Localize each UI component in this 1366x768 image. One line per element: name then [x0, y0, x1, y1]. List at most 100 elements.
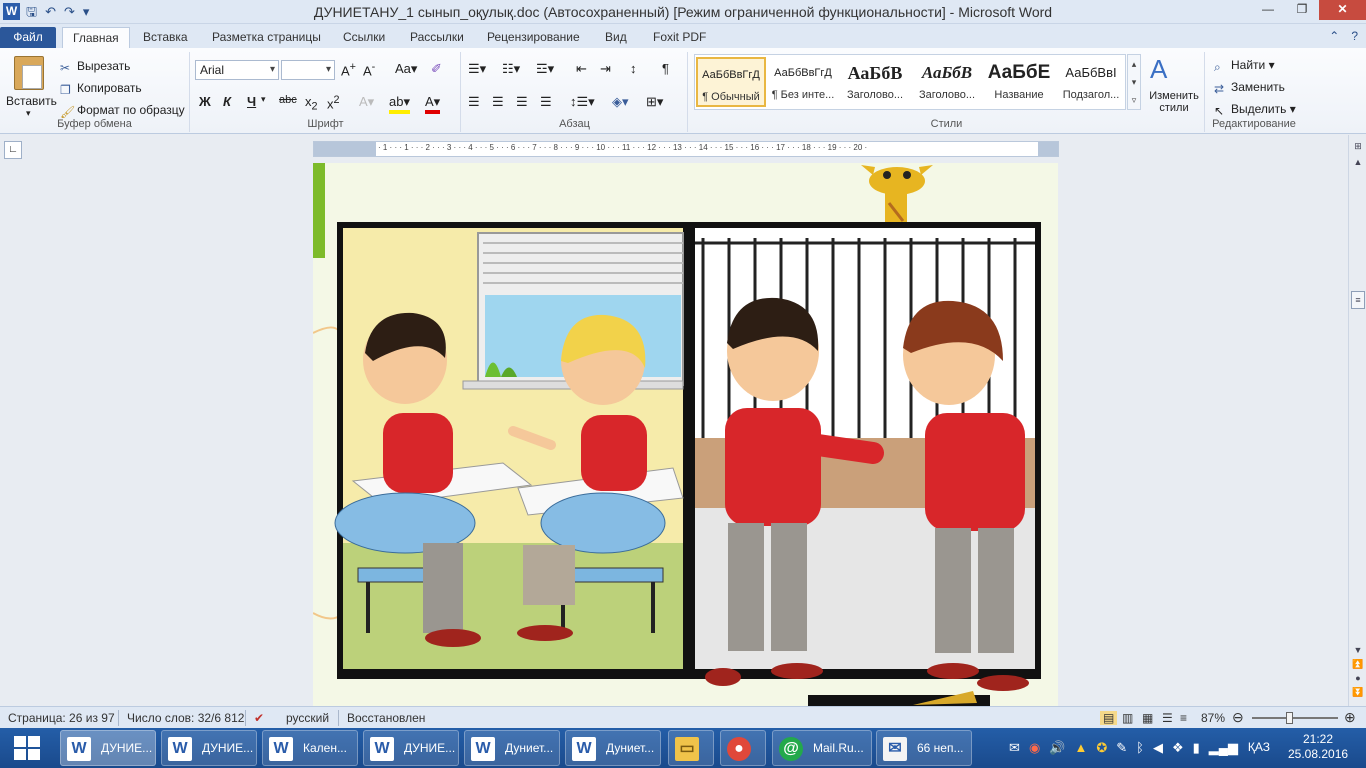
style-heading-2[interactable]: АаБбВ Заголово... — [912, 57, 982, 107]
signal-icon[interactable]: ▂▄▆ — [1209, 740, 1238, 756]
zoom-slider-thumb[interactable] — [1286, 712, 1293, 724]
multilevel-list-icon[interactable]: ☲▾ — [536, 61, 554, 77]
sort-icon[interactable]: ↕ — [630, 61, 637, 76]
underline-dropdown-icon[interactable]: ▾ — [261, 94, 266, 105]
input-language[interactable]: ҚАЗ — [1248, 740, 1270, 754]
ruler-toggle-icon[interactable]: ⊞ — [1351, 141, 1365, 152]
start-button[interactable] — [0, 728, 56, 768]
speaker-icon[interactable]: 🔊 — [1049, 740, 1065, 756]
word-count[interactable]: Число слов: 32/6 812 — [127, 711, 244, 725]
line-spacing-icon[interactable]: ↕☰▾ — [570, 94, 595, 110]
decrease-indent-icon[interactable]: ⇤ — [576, 61, 587, 77]
styles-gallery-scroll[interactable]: ▴ ▾ ▿ — [1127, 54, 1141, 110]
paste-button[interactable]: Вставить — [6, 94, 57, 108]
style-subtitle[interactable]: АаБбВвІ Подзагол... — [1056, 57, 1126, 107]
network-icon[interactable]: ❖ — [1172, 740, 1184, 756]
zoom-out-icon[interactable]: ⊖ — [1232, 709, 1244, 726]
taskbar-item-word-4[interactable]: W Дуниет... — [464, 730, 560, 766]
text-effects-icon[interactable]: A▾ — [359, 94, 374, 110]
shading-icon[interactable]: ◈▾ — [612, 94, 629, 110]
align-left-icon[interactable]: ☰ — [468, 94, 480, 110]
font-size-select[interactable] — [281, 60, 335, 80]
pen-icon[interactable]: ✎ — [1116, 740, 1127, 756]
browse-object-icon[interactable]: ● — [1351, 673, 1365, 683]
sync-icon[interactable]: ✪ — [1096, 740, 1107, 756]
change-styles-button[interactable]: Изменить стили — [1146, 90, 1202, 114]
vertical-scrollbar[interactable]: ⊞ ▲ ≡ ▼ ⏫ ● ⏬ — [1348, 135, 1366, 706]
align-right-icon[interactable]: ☰ — [516, 94, 528, 110]
style-title[interactable]: АаБбЕ Название — [984, 57, 1054, 107]
zoom-slider-track[interactable] — [1252, 717, 1338, 719]
tab-file[interactable]: Файл — [0, 27, 56, 48]
bullets-icon[interactable]: ☰▾ — [468, 61, 486, 77]
bold-icon[interactable]: Ж — [199, 94, 211, 109]
close-button[interactable]: ✕ — [1319, 0, 1366, 20]
increase-indent-icon[interactable]: ⇥ — [600, 61, 611, 77]
taskbar-item-chrome[interactable]: ● — [720, 730, 766, 766]
restore-button[interactable]: ❐ — [1285, 0, 1319, 20]
superscript-icon[interactable]: x2 — [327, 94, 340, 111]
show-marks-icon[interactable]: ¶ — [662, 61, 669, 76]
tab-view[interactable]: Вид — [595, 27, 637, 48]
taskbar-item-word-calendar[interactable]: W Кален... — [262, 730, 358, 766]
proofing-icon[interactable]: ✔ — [254, 711, 264, 725]
mail-tray-icon[interactable]: ✉ — [1009, 740, 1020, 756]
warning-icon[interactable]: ▲ — [1074, 740, 1087, 756]
scroll-thumb[interactable]: ≡ — [1351, 291, 1365, 309]
tab-foxit-pdf[interactable]: Foxit PDF — [643, 27, 716, 48]
taskbar-item-word-3[interactable]: W ДУНИЕ... — [363, 730, 459, 766]
paste-icon[interactable] — [14, 56, 44, 90]
clock[interactable]: 21:22 25.08.2016 — [1288, 732, 1348, 762]
web-layout-icon[interactable]: ▦ — [1142, 711, 1153, 725]
italic-icon[interactable]: К — [223, 94, 231, 109]
scroll-up-icon[interactable]: ▲ — [1351, 157, 1365, 167]
bluetooth-icon[interactable]: ᛒ — [1136, 740, 1144, 756]
battery-icon[interactable]: ▮ — [1193, 740, 1200, 756]
zoom-level[interactable]: 87% — [1201, 711, 1225, 725]
taskbar-item-mail[interactable]: ✉ 66 неп... — [876, 730, 972, 766]
justify-icon[interactable]: ☰ — [540, 94, 552, 110]
change-styles-icon[interactable]: A — [1150, 54, 1167, 85]
numbering-icon[interactable]: ☷▾ — [502, 61, 520, 77]
format-painter-button[interactable]: 🖌 Формат по образцу — [60, 103, 185, 119]
print-layout-icon[interactable]: ▤ — [1100, 711, 1118, 725]
taskbar-item-word-5[interactable]: W Дуниет... — [565, 730, 661, 766]
change-case-icon[interactable]: Aa▾ — [395, 61, 417, 77]
tab-references[interactable]: Ссылки — [333, 27, 395, 48]
tab-selector[interactable]: ∟ — [4, 141, 22, 159]
volume-icon[interactable]: ◀ — [1153, 740, 1163, 756]
collapse-ribbon-icon[interactable]: ⌃ — [1329, 29, 1339, 43]
zoom-in-icon[interactable]: ⊕ — [1344, 709, 1356, 726]
next-page-icon[interactable]: ⏬ — [1351, 687, 1365, 698]
font-color-icon[interactable]: A▾ — [425, 94, 441, 114]
taskbar-item-explorer[interactable]: ▭ — [668, 730, 714, 766]
scroll-down-icon[interactable]: ▼ — [1351, 645, 1365, 655]
underline-icon[interactable]: Ч — [247, 94, 256, 109]
antivirus-icon[interactable]: ◉ — [1029, 740, 1040, 756]
tab-insert[interactable]: Вставка — [133, 27, 198, 48]
grow-font-icon[interactable]: A+ — [341, 61, 356, 78]
outline-icon[interactable]: ☰ — [1162, 711, 1173, 725]
align-center-icon[interactable]: ☰ — [492, 94, 504, 110]
language-indicator[interactable]: русский — [286, 711, 329, 725]
help-icon[interactable]: ? — [1351, 29, 1358, 43]
tab-review[interactable]: Рецензирование — [477, 27, 590, 48]
font-name-select[interactable]: Arial — [195, 60, 279, 80]
style-heading-1[interactable]: АаБбВ Заголово... — [840, 57, 910, 107]
select-button[interactable]: ↖ Выделить ▾ — [1214, 102, 1296, 118]
tab-mailings[interactable]: Рассылки — [400, 27, 474, 48]
taskbar-item-word-2[interactable]: W ДУНИЕ... — [161, 730, 257, 766]
strikethrough-icon[interactable]: abc — [279, 94, 297, 106]
find-button[interactable]: ⌕ Найти ▾ — [1214, 58, 1275, 74]
document-page[interactable] — [313, 163, 1058, 706]
page-indicator[interactable]: Страница: 26 из 97 — [8, 711, 115, 725]
horizontal-ruler[interactable]: · 1 · · · 1 · · · 2 · · · 3 · · · 4 · · … — [313, 141, 1059, 157]
style-normal[interactable]: АаБбВвГгД ¶ Обычный — [696, 57, 766, 107]
clear-formatting-icon[interactable]: ✐ — [431, 61, 442, 77]
full-screen-reading-icon[interactable]: ▥ — [1122, 711, 1133, 725]
highlight-icon[interactable]: ab▾ — [389, 94, 410, 114]
tab-home[interactable]: Главная — [62, 27, 130, 48]
draft-icon[interactable]: ≡ — [1180, 711, 1187, 725]
cut-button[interactable]: ✂ Вырезать — [60, 59, 130, 75]
replace-button[interactable]: ⇄ Заменить — [1214, 80, 1285, 96]
